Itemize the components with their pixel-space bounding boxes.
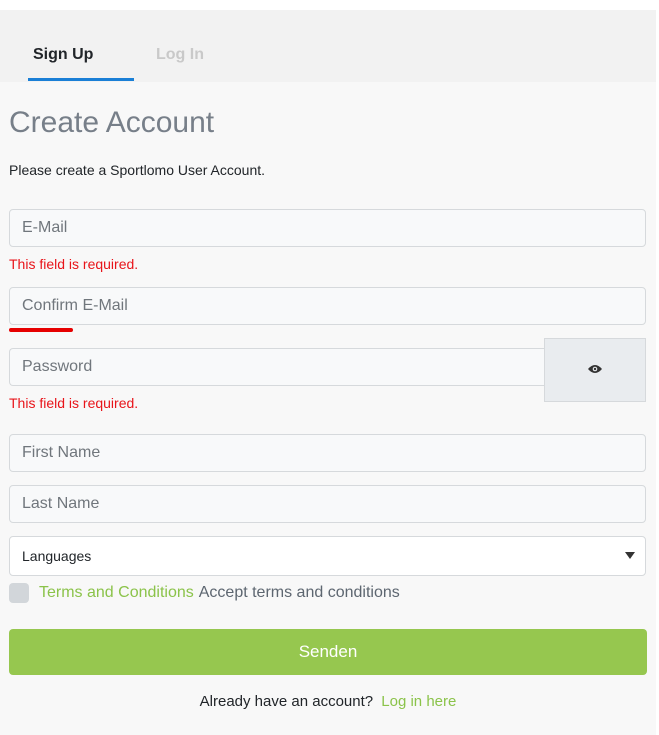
show-password-button[interactable] <box>544 338 646 402</box>
last-name-field[interactable] <box>9 485 646 523</box>
login-link[interactable]: Log in here <box>381 693 456 710</box>
login-prompt: Already have an account? Log in here <box>0 692 656 712</box>
languages-select[interactable]: Languages <box>9 536 646 576</box>
page-subtitle: Please create a Sportlomo User Account. <box>9 162 266 178</box>
email-error: This field is required. <box>9 256 139 272</box>
login-prompt-text: Already have an account? <box>199 693 374 710</box>
languages-select-value: Languages <box>22 548 92 564</box>
password-strength-bar <box>9 328 73 332</box>
password-error: This field is required. <box>9 395 139 411</box>
tab-sign-up[interactable]: Sign Up <box>33 45 93 65</box>
caret-down-icon <box>625 552 635 559</box>
first-name-field[interactable] <box>9 434 646 472</box>
eye-icon <box>587 361 603 379</box>
terms-link[interactable]: Terms and Conditions <box>39 584 194 602</box>
terms-label: Accept terms and conditions <box>198 584 400 601</box>
terms-checkbox[interactable] <box>9 583 29 603</box>
tab-bar: Sign Up Log In <box>0 10 656 82</box>
active-tab-indicator <box>28 78 134 81</box>
terms-row: Terms and Conditions Accept terms and co… <box>9 583 400 603</box>
confirm-email-field[interactable] <box>9 287 646 325</box>
tab-log-in[interactable]: Log In <box>156 45 204 65</box>
page-title: Create Account <box>9 106 215 139</box>
password-field[interactable] <box>9 348 544 386</box>
submit-button[interactable]: Senden <box>9 629 647 675</box>
email-field[interactable] <box>9 209 646 247</box>
